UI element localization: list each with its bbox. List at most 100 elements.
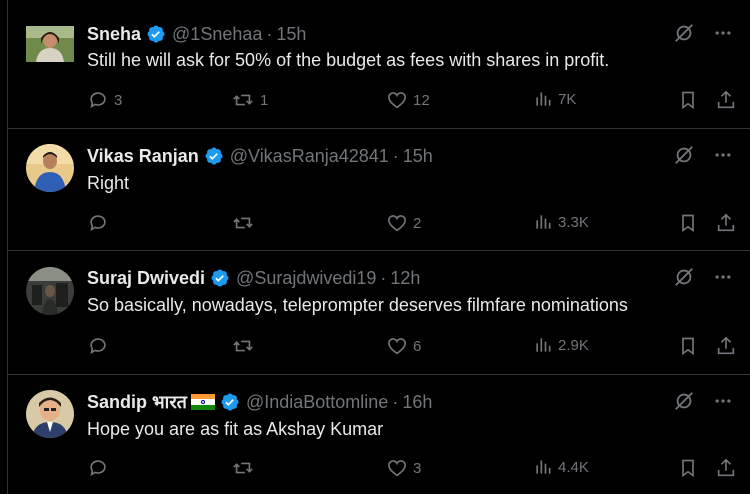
- india-flag-icon: [190, 394, 215, 410]
- views-button[interactable]: 2.9K: [533, 335, 589, 355]
- share-icon: [715, 335, 737, 357]
- tweet-text: Right: [87, 173, 130, 193]
- like-button[interactable]: 2: [386, 212, 421, 234]
- like-button[interactable]: 3: [386, 457, 421, 479]
- heart-icon: [386, 335, 408, 357]
- author-handle[interactable]: @IndiaBottomline: [246, 392, 388, 413]
- heart-icon: [386, 457, 408, 479]
- views-chart-icon: [533, 335, 553, 355]
- share-icon: [715, 212, 737, 234]
- view-count: 4.4K: [558, 458, 589, 476]
- verified-badge-icon: [204, 146, 224, 166]
- more-options-icon[interactable]: [713, 23, 733, 43]
- more-options-icon[interactable]: [713, 267, 733, 287]
- tweet-text: Hope you are as fit as Akshay Kumar: [87, 419, 384, 439]
- grok-icon[interactable]: [673, 266, 695, 288]
- views-button[interactable]: 3.3K: [533, 212, 589, 232]
- tweet-sneha[interactable]: Sneha @1Snehaa · 15h Still he will ask f…: [8, 0, 750, 129]
- like-count: 3: [413, 459, 422, 477]
- bookmark-icon: [678, 89, 698, 111]
- reply-button[interactable]: 3: [87, 89, 122, 111]
- repost-button[interactable]: [231, 457, 260, 479]
- reply-count: 3: [114, 91, 123, 109]
- share-icon: [715, 457, 737, 479]
- timestamp[interactable]: 15h: [276, 24, 306, 45]
- share-icon: [715, 89, 737, 111]
- author-handle[interactable]: @Surajdwivedi19: [236, 268, 376, 289]
- reply-button[interactable]: [87, 335, 114, 357]
- timestamp[interactable]: 12h: [390, 268, 420, 289]
- reply-button[interactable]: [87, 212, 114, 234]
- tweet-vikas[interactable]: Vikas Ranjan @VikasRanja42841 · 15h Righ…: [8, 128, 750, 251]
- bookmark-icon: [678, 335, 698, 357]
- repost-icon: [231, 212, 255, 234]
- author-name[interactable]: Suraj Dwivedi: [87, 268, 205, 289]
- bookmark-button[interactable]: [678, 335, 698, 357]
- reply-feed: Sneha @1Snehaa · 15h Still he will ask f…: [7, 0, 750, 494]
- separator-dot: ·: [392, 145, 399, 166]
- author-handle[interactable]: @1Snehaa: [172, 24, 262, 45]
- avatar[interactable]: [26, 390, 74, 438]
- verified-badge-icon: [210, 268, 230, 288]
- separator-dot: ·: [380, 267, 387, 288]
- author-name[interactable]: Sandip भारत: [87, 390, 187, 414]
- like-count: 6: [413, 337, 422, 355]
- tweet-text: Still he will ask for 50% of the budget …: [87, 50, 610, 70]
- timestamp[interactable]: 16h: [402, 392, 432, 413]
- views-button[interactable]: 7K: [533, 89, 576, 109]
- avatar[interactable]: [26, 26, 74, 62]
- tweet-text: So basically, nowadays, teleprompter des…: [87, 295, 628, 315]
- tweet-sandip[interactable]: Sandip भारत @IndiaBottomline · 16h Hope …: [8, 374, 750, 494]
- separator-dot: ·: [266, 23, 273, 44]
- share-button[interactable]: [715, 212, 737, 234]
- view-count: 3.3K: [558, 213, 589, 231]
- bookmark-button[interactable]: [678, 212, 698, 234]
- like-count: 2: [413, 214, 422, 232]
- bookmark-icon: [678, 212, 698, 234]
- bookmark-button[interactable]: [678, 89, 698, 111]
- like-button[interactable]: 12: [386, 89, 430, 111]
- grok-icon[interactable]: [673, 390, 695, 412]
- reply-icon: [87, 212, 109, 234]
- repost-icon: [231, 457, 255, 479]
- timestamp[interactable]: 15h: [403, 146, 433, 167]
- like-count: 12: [413, 91, 430, 109]
- repost-button[interactable]: 1: [231, 89, 268, 111]
- share-button[interactable]: [715, 457, 737, 479]
- reply-button[interactable]: [87, 457, 114, 479]
- view-count: 7K: [558, 90, 577, 108]
- reply-icon: [87, 89, 109, 111]
- heart-icon: [386, 212, 408, 234]
- verified-badge-icon: [220, 392, 240, 412]
- views-chart-icon: [533, 89, 553, 109]
- view-count: 2.9K: [558, 336, 589, 354]
- repost-icon: [231, 335, 255, 357]
- repost-count: 1: [260, 91, 269, 109]
- heart-icon: [386, 89, 408, 111]
- reply-icon: [87, 457, 109, 479]
- more-options-icon[interactable]: [713, 145, 733, 165]
- tweet-suraj[interactable]: Suraj Dwivedi @Surajdwivedi19 · 12h So b…: [8, 250, 750, 375]
- bookmark-icon: [678, 457, 698, 479]
- share-button[interactable]: [715, 89, 737, 111]
- author-handle[interactable]: @VikasRanja42841: [230, 146, 389, 167]
- repost-icon: [231, 89, 255, 111]
- views-chart-icon: [533, 457, 553, 477]
- verified-badge-icon: [146, 24, 166, 44]
- author-name[interactable]: Vikas Ranjan: [87, 146, 199, 167]
- more-options-icon[interactable]: [713, 391, 733, 411]
- views-chart-icon: [533, 212, 553, 232]
- avatar[interactable]: [26, 144, 74, 192]
- grok-icon[interactable]: [673, 22, 695, 44]
- views-button[interactable]: 4.4K: [533, 457, 589, 477]
- like-button[interactable]: 6: [386, 335, 421, 357]
- separator-dot: ·: [392, 391, 399, 412]
- repost-button[interactable]: [231, 212, 260, 234]
- bookmark-button[interactable]: [678, 457, 698, 479]
- grok-icon[interactable]: [673, 144, 695, 166]
- author-name[interactable]: Sneha: [87, 24, 141, 45]
- repost-button[interactable]: [231, 335, 260, 357]
- share-button[interactable]: [715, 335, 737, 357]
- reply-icon: [87, 335, 109, 357]
- avatar[interactable]: [26, 267, 74, 315]
